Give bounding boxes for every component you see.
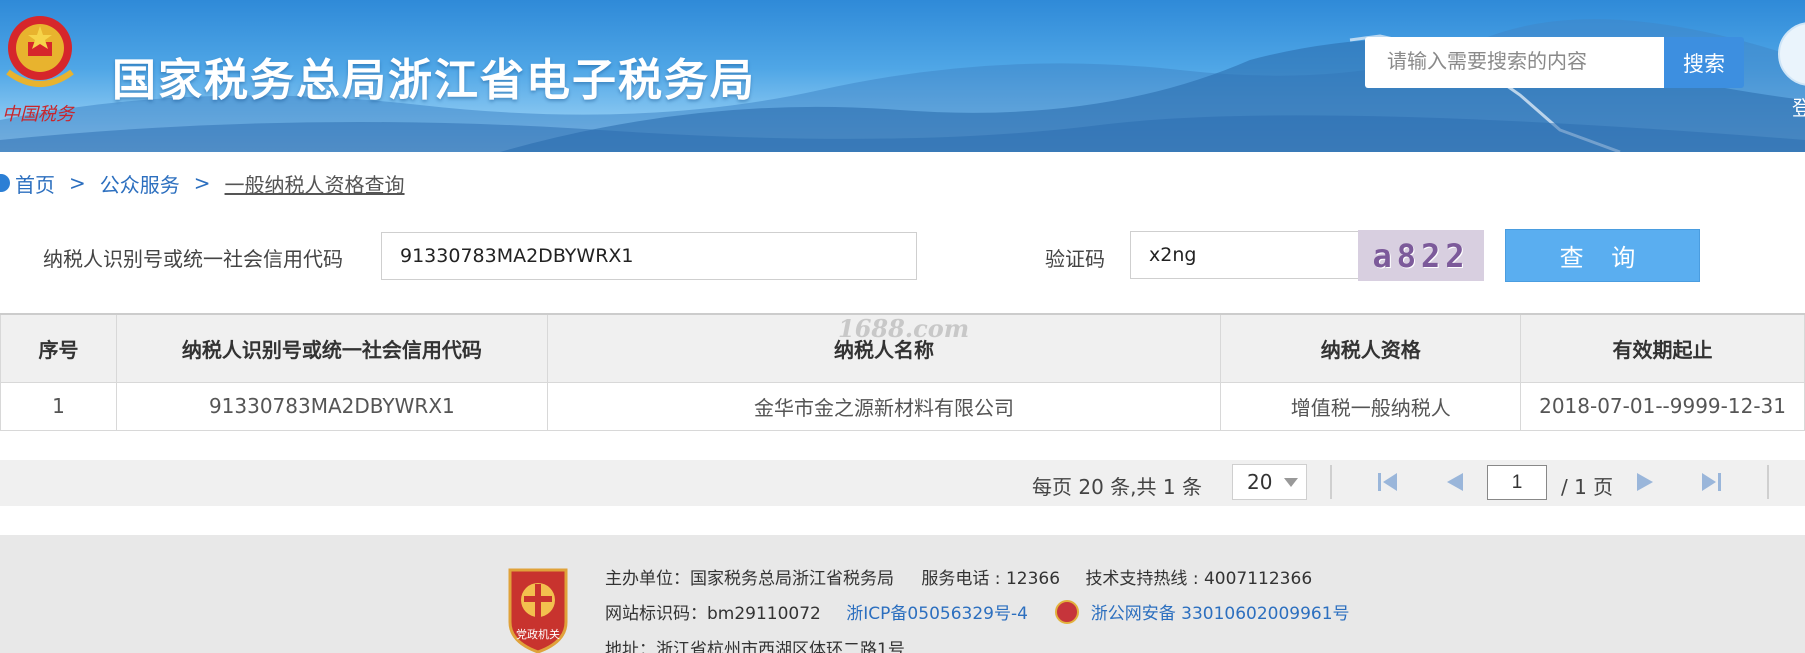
footer-sponsor: 主办单位：国家税务总局浙江省税务局 [605, 569, 894, 589]
column-header-validity: 有效期起止 [1520, 313, 1805, 383]
footer-line-2: 网站标识码：bm29110072 浙ICP备05056329号-4 浙公网安备 … [605, 599, 1350, 626]
footer-site-id: 网站标识码：bm29110072 [605, 604, 821, 624]
police-badge-icon [1055, 600, 1080, 624]
login-link[interactable]: 登 [1792, 92, 1805, 121]
breadcrumb-current[interactable]: 一般纳税人资格查询 [225, 169, 405, 198]
cell-validity: 2018-07-01--9999-12-31 [1520, 381, 1805, 431]
footer-address: 地址：浙江省杭州市西湖区体环二路1号 [605, 640, 905, 653]
current-page-input[interactable] [1487, 465, 1547, 500]
footer-police-link[interactable]: 浙公网安备 33010602009961号 [1091, 604, 1350, 624]
site-title: 国家税务总局浙江省电子税务局 [112, 55, 756, 106]
chevron-down-icon [1284, 478, 1298, 487]
svg-text:中国税务: 中国税务 [2, 104, 76, 125]
breadcrumb-public-services[interactable]: 公众服务 [100, 169, 180, 198]
breadcrumb: 首页 > 公众服务 > 一般纳税人资格查询 [0, 168, 405, 198]
watermark: 1688.com [838, 314, 970, 343]
cell-qualification: 增值税一般纳税人 [1220, 381, 1522, 431]
breadcrumb-separator: > [193, 171, 211, 195]
footer: 党政机关 主办单位：国家税务总局浙江省税务局 服务电话 : 12366 技术支持… [0, 535, 1805, 653]
footer-hotline: 技术支持热线 : 4007112366 [1085, 569, 1313, 589]
pagination-divider [1330, 465, 1332, 499]
query-button[interactable]: 查 询 [1505, 229, 1700, 282]
taxpayer-id-label: 纳税人识别号或统一社会信用代码 [43, 247, 343, 271]
header-banner: 中国税务 国家税务总局浙江省电子税务局 搜索 登 [0, 0, 1805, 152]
svg-text:党政机关: 党政机关 [516, 627, 560, 641]
table-row: 1 91330783MA2DBYWRX1 金华市金之源新材料有限公司 增值税一般… [0, 381, 1805, 431]
captcha-image[interactable]: a822 [1358, 230, 1484, 281]
location-marker-icon [0, 174, 10, 192]
footer-line-3: 地址：浙江省杭州市西湖区体环二路1号 [605, 635, 905, 653]
cell-index: 1 [0, 381, 117, 431]
column-header-qualification: 纳税人资格 [1220, 313, 1522, 383]
national-emblem-icon: 中国税务 [2, 16, 76, 125]
column-header-taxpayer-id: 纳税人识别号或统一社会信用代码 [115, 313, 548, 383]
pagination-summary: 每页 20 条,共 1 条 [1032, 475, 1202, 499]
last-page-icon[interactable] [1698, 469, 1724, 495]
total-pages: / 1 页 [1561, 475, 1614, 499]
breadcrumb-separator: > [69, 171, 86, 195]
pagination-bar: 每页 20 条,共 1 条 20 / 1 页 [0, 460, 1805, 506]
page-size-value: 20 [1247, 470, 1273, 494]
prev-page-icon[interactable] [1442, 469, 1468, 495]
captcha-input[interactable] [1130, 231, 1360, 279]
page-size-select[interactable]: 20 [1232, 464, 1307, 500]
footer-line-1: 主办单位：国家税务总局浙江省税务局 服务电话 : 12366 技术支持热线 : … [605, 564, 1312, 589]
pagination-divider [1767, 465, 1769, 499]
footer-icp-link[interactable]: 浙ICP备05056329号-4 [846, 604, 1028, 624]
search-input[interactable] [1365, 37, 1664, 88]
cell-taxpayer-name: 金华市金之源新材料有限公司 [546, 381, 1222, 431]
search-button[interactable]: 搜索 [1664, 37, 1744, 88]
next-page-icon[interactable] [1632, 469, 1658, 495]
first-page-icon[interactable] [1375, 469, 1401, 495]
breadcrumb-home[interactable]: 首页 [15, 169, 55, 198]
column-header-index: 序号 [0, 313, 117, 383]
cell-taxpayer-id: 91330783MA2DBYWRX1 [115, 381, 548, 431]
footer-phone: 服务电话 : 12366 [921, 569, 1061, 589]
government-badge-icon[interactable]: 党政机关 [504, 566, 572, 653]
taxpayer-id-input[interactable] [381, 232, 917, 280]
captcha-label: 验证码 [1045, 247, 1105, 271]
